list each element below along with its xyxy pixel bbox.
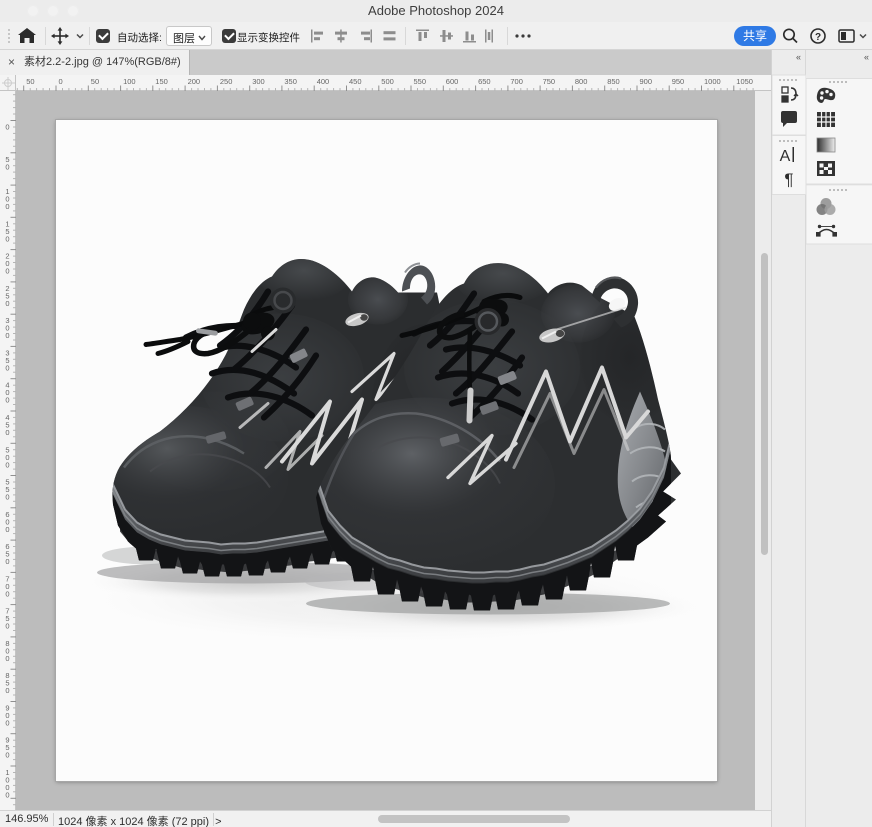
svg-text:600: 600 bbox=[5, 510, 9, 534]
svg-text:250: 250 bbox=[220, 77, 233, 86]
svg-text:0: 0 bbox=[5, 123, 9, 132]
svg-text:400: 400 bbox=[317, 77, 330, 86]
svg-text:950: 950 bbox=[5, 736, 9, 760]
svg-text:1050: 1050 bbox=[736, 77, 753, 86]
svg-text:200: 200 bbox=[188, 77, 201, 86]
svg-text:350: 350 bbox=[5, 348, 9, 372]
svg-text:500: 500 bbox=[5, 445, 9, 469]
svg-text:550: 550 bbox=[5, 478, 9, 502]
svg-text:450: 450 bbox=[349, 77, 362, 86]
svg-text:1000: 1000 bbox=[5, 768, 9, 800]
svg-text:300: 300 bbox=[252, 77, 265, 86]
svg-text:250: 250 bbox=[5, 284, 9, 308]
svg-text:800: 800 bbox=[575, 77, 588, 86]
svg-text:150: 150 bbox=[5, 219, 9, 243]
svg-text:650: 650 bbox=[478, 77, 491, 86]
svg-text:A: A bbox=[780, 148, 791, 165]
svg-text:850: 850 bbox=[607, 77, 620, 86]
svg-text:1000: 1000 bbox=[704, 77, 721, 86]
svg-text:850: 850 bbox=[5, 671, 9, 695]
svg-text:50: 50 bbox=[5, 155, 9, 172]
svg-text:50: 50 bbox=[91, 77, 99, 86]
svg-text:900: 900 bbox=[5, 704, 9, 728]
svg-text:650: 650 bbox=[5, 542, 9, 566]
svg-text:150: 150 bbox=[155, 77, 168, 86]
svg-text:100: 100 bbox=[123, 77, 136, 86]
svg-text:700: 700 bbox=[510, 77, 523, 86]
svg-text:700: 700 bbox=[5, 574, 9, 598]
svg-text:0: 0 bbox=[59, 77, 63, 86]
svg-text:50: 50 bbox=[26, 77, 34, 86]
svg-text:550: 550 bbox=[414, 77, 427, 86]
svg-text:800: 800 bbox=[5, 639, 9, 663]
svg-text:?: ? bbox=[815, 32, 821, 43]
svg-text:950: 950 bbox=[672, 77, 685, 86]
svg-text:350: 350 bbox=[284, 77, 297, 86]
svg-text:¶: ¶ bbox=[784, 170, 793, 189]
svg-text:400: 400 bbox=[5, 381, 9, 405]
svg-text:900: 900 bbox=[640, 77, 653, 86]
svg-text:750: 750 bbox=[5, 607, 9, 631]
svg-text:300: 300 bbox=[5, 316, 9, 340]
svg-text:750: 750 bbox=[543, 77, 556, 86]
svg-text:200: 200 bbox=[5, 252, 9, 276]
svg-text:600: 600 bbox=[446, 77, 459, 86]
svg-text:500: 500 bbox=[381, 77, 394, 86]
svg-text:450: 450 bbox=[5, 413, 9, 437]
svg-text:100: 100 bbox=[5, 187, 9, 211]
